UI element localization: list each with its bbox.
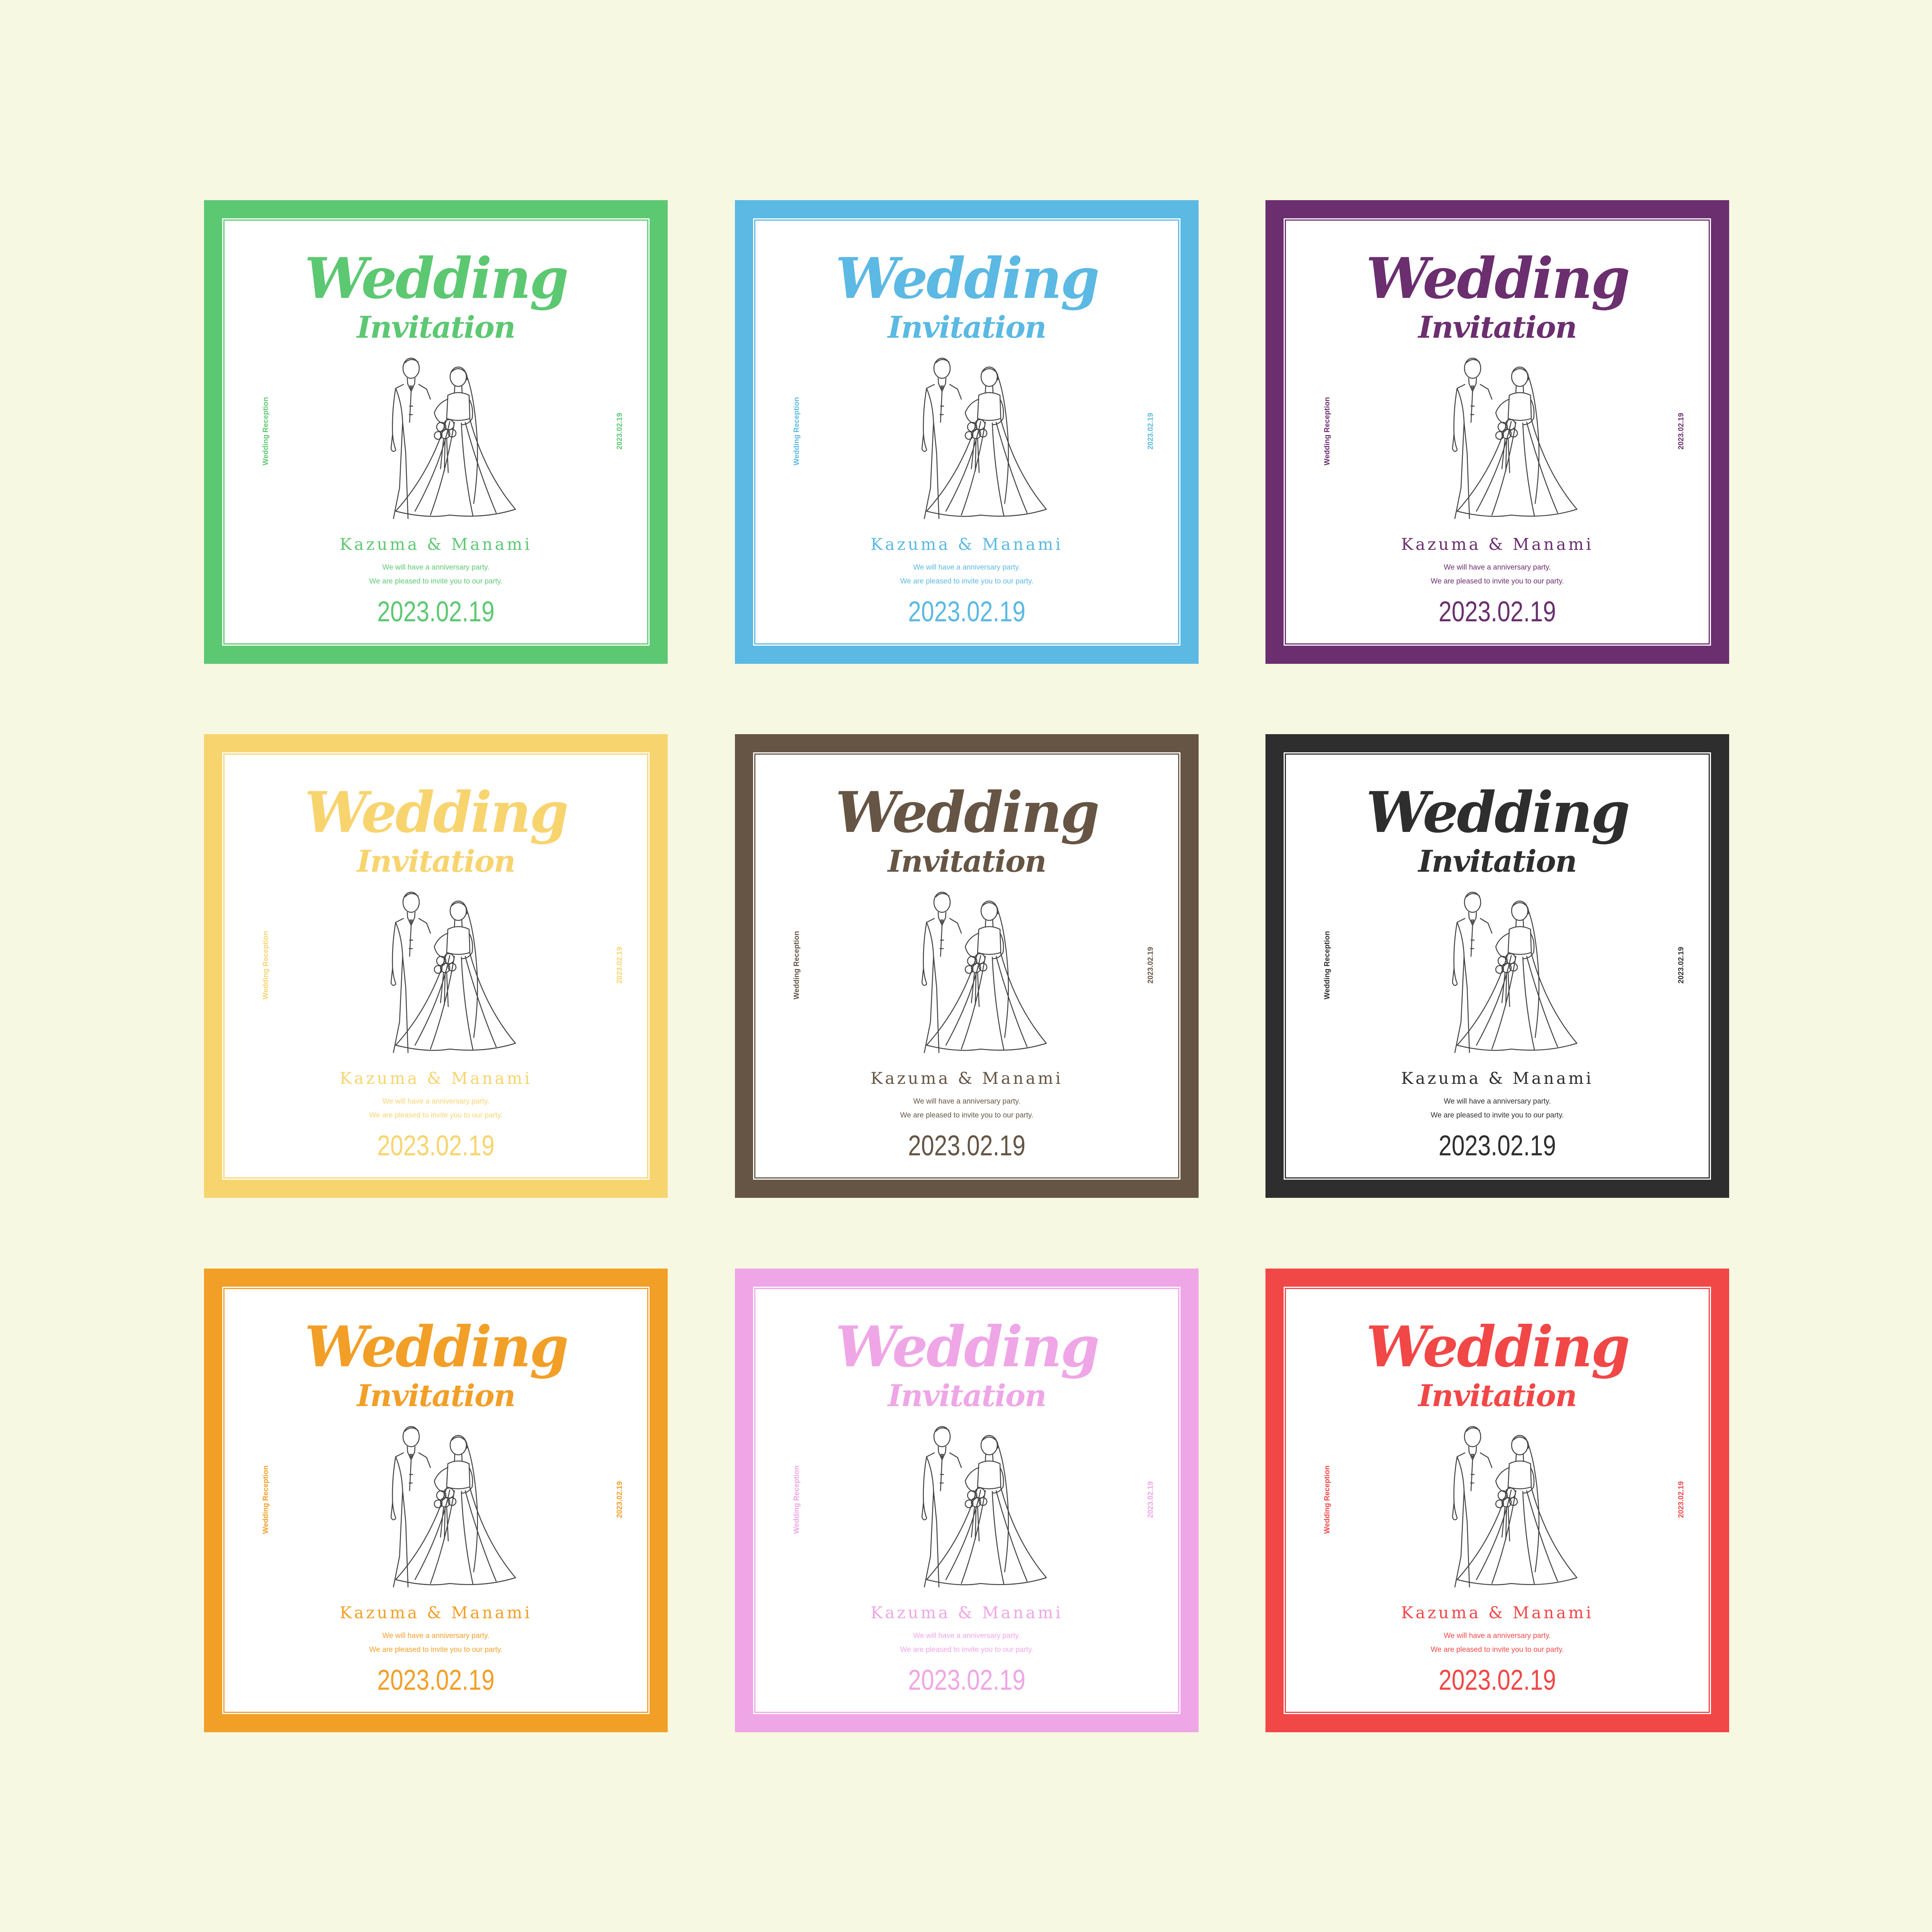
invitation-message-line2: We are pleased to invite you to our part… (900, 1111, 1034, 1119)
invitation-card: Wedding Invitation Wedding Reception 202… (735, 734, 1199, 1198)
invitation-message-line1: We will have a anniversary party. (1444, 1632, 1551, 1640)
inner-frame: Wedding Invitation Wedding Reception 202… (223, 1288, 648, 1713)
invitation-subtitle: Invitation (888, 310, 1046, 345)
side-label-reception: Wedding Reception (262, 1465, 270, 1534)
invitation-subtitle: Invitation (357, 1378, 515, 1413)
invitation-message-line2: We are pleased to invite you to our part… (1430, 1646, 1564, 1654)
side-label-date: 2023.02.19 (1677, 947, 1685, 984)
side-label-date: 2023.02.19 (1146, 1481, 1155, 1518)
bride-groom-illustration (1452, 1426, 1578, 1587)
wedding-title: Wedding (835, 780, 1100, 845)
event-date: 2023.02.19 (908, 595, 1026, 628)
invitation-card: Wedding Invitation Wedding Reception 202… (204, 200, 668, 664)
event-date: 2023.02.19 (377, 1129, 495, 1162)
bride-groom-illustration (921, 1426, 1047, 1587)
invitation-message-line1: We will have a anniversary party. (1444, 1097, 1551, 1105)
side-label-reception: Wedding Reception (1323, 1465, 1332, 1534)
wedding-title: Wedding (1366, 780, 1630, 845)
couple-names: Kazuma & Manami (871, 1603, 1063, 1622)
invitation-message-line1: We will have a anniversary party. (382, 1097, 490, 1105)
wedding-title: Wedding (304, 246, 569, 311)
side-label-reception: Wedding Reception (793, 1465, 801, 1534)
bride-groom-illustration (1452, 891, 1578, 1053)
invitation-message-line1: We will have a anniversary party. (382, 563, 490, 571)
couple-names: Kazuma & Manami (340, 1069, 532, 1088)
invitation-card: Wedding Invitation Wedding Reception 202… (735, 200, 1199, 664)
invitation-message-line2: We are pleased to invite you to our part… (369, 1646, 503, 1654)
invitation-card: Wedding Invitation Wedding Reception 202… (204, 734, 668, 1198)
event-date: 2023.02.19 (1439, 1664, 1556, 1696)
invitation-message-line1: We will have a anniversary party. (913, 1097, 1020, 1105)
invitation-card: Wedding Invitation Wedding Reception 202… (204, 1269, 668, 1732)
event-date: 2023.02.19 (908, 1129, 1026, 1162)
side-label-reception: Wedding Reception (262, 931, 270, 1000)
side-label-date: 2023.02.19 (1146, 947, 1155, 984)
wedding-title: Wedding (304, 780, 569, 845)
invitation-subtitle: Invitation (1418, 310, 1577, 345)
side-label-reception: Wedding Reception (793, 931, 801, 1000)
invitation-subtitle: Invitation (357, 844, 515, 879)
event-date: 2023.02.19 (908, 1664, 1026, 1696)
inner-frame: Wedding Invitation Wedding Reception 202… (754, 1288, 1179, 1713)
invitation-subtitle: Invitation (888, 1378, 1046, 1413)
invitation-card: Wedding Invitation Wedding Reception 202… (1265, 734, 1729, 1198)
invitation-message-line1: We will have a anniversary party. (1444, 563, 1551, 571)
event-date: 2023.02.19 (377, 595, 495, 628)
inner-frame: Wedding Invitation Wedding Reception 202… (1285, 1288, 1710, 1713)
invitation-message-line2: We are pleased to invite you to our part… (900, 577, 1034, 585)
couple-names: Kazuma & Manami (871, 535, 1063, 554)
invitation-card: Wedding Invitation Wedding Reception 202… (1265, 200, 1729, 664)
wedding-title: Wedding (1366, 1314, 1630, 1380)
inner-frame: Wedding Invitation Wedding Reception 202… (1285, 753, 1710, 1179)
invitation-subtitle: Invitation (1418, 1378, 1577, 1413)
invitation-subtitle: Invitation (888, 844, 1046, 879)
inner-frame: Wedding Invitation Wedding Reception 202… (754, 219, 1179, 645)
couple-names: Kazuma & Manami (340, 535, 532, 554)
couple-names: Kazuma & Manami (1401, 535, 1594, 554)
inner-frame: Wedding Invitation Wedding Reception 202… (1285, 219, 1710, 645)
event-date: 2023.02.19 (377, 1664, 495, 1696)
wedding-title: Wedding (1366, 246, 1630, 311)
invitation-card: Wedding Invitation Wedding Reception 202… (1265, 1269, 1729, 1732)
bride-groom-illustration (1452, 357, 1578, 519)
side-label-reception: Wedding Reception (1323, 397, 1332, 466)
side-label-date: 2023.02.19 (1146, 413, 1155, 450)
bride-groom-illustration (921, 357, 1047, 519)
invitation-message-line1: We will have a anniversary party. (913, 563, 1020, 571)
invitation-message-line1: We will have a anniversary party. (913, 1632, 1020, 1640)
invitation-message-line2: We are pleased to invite you to our part… (369, 577, 503, 585)
inner-frame: Wedding Invitation Wedding Reception 202… (223, 219, 648, 645)
invitation-message-line2: We are pleased to invite you to our part… (900, 1646, 1034, 1654)
side-label-date: 2023.02.19 (616, 947, 624, 984)
wedding-title: Wedding (304, 1314, 569, 1380)
side-label-reception: Wedding Reception (793, 397, 801, 466)
side-label-reception: Wedding Reception (262, 397, 270, 466)
couple-names: Kazuma & Manami (1401, 1069, 1594, 1088)
side-label-date: 2023.02.19 (616, 1481, 624, 1518)
bride-groom-illustration (390, 1426, 516, 1587)
invitation-card: Wedding Invitation Wedding Reception 202… (735, 1269, 1199, 1732)
event-date: 2023.02.19 (1439, 595, 1556, 628)
side-label-date: 2023.02.19 (1677, 1481, 1685, 1518)
inner-frame: Wedding Invitation Wedding Reception 202… (754, 753, 1179, 1179)
invitation-subtitle: Invitation (357, 310, 515, 345)
wedding-title: Wedding (835, 1314, 1100, 1380)
side-label-date: 2023.02.19 (1677, 413, 1685, 450)
couple-names: Kazuma & Manami (1401, 1603, 1594, 1622)
inner-frame: Wedding Invitation Wedding Reception 202… (223, 753, 648, 1179)
bride-groom-illustration (921, 891, 1047, 1053)
invitation-message-line2: We are pleased to invite you to our part… (1430, 577, 1564, 585)
bride-groom-illustration (390, 357, 516, 519)
side-label-reception: Wedding Reception (1323, 931, 1332, 1000)
bride-groom-illustration (390, 891, 516, 1053)
invitation-message-line2: We are pleased to invite you to our part… (1430, 1111, 1564, 1119)
invitation-message-line2: We are pleased to invite you to our part… (369, 1111, 503, 1119)
couple-names: Kazuma & Manami (871, 1069, 1063, 1088)
wedding-title: Wedding (835, 246, 1100, 311)
invitation-message-line1: We will have a anniversary party. (382, 1632, 490, 1640)
couple-names: Kazuma & Manami (340, 1603, 532, 1622)
side-label-date: 2023.02.19 (616, 413, 624, 450)
invitation-subtitle: Invitation (1418, 844, 1577, 879)
event-date: 2023.02.19 (1439, 1129, 1556, 1162)
